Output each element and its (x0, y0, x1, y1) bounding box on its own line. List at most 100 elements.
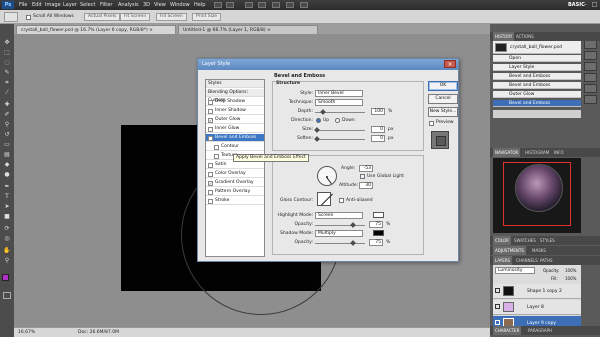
style-item[interactable]: Color Overlay (206, 170, 264, 178)
quick-mask-icon[interactable] (3, 292, 11, 299)
move-tool-icon[interactable]: ✥ (2, 38, 12, 47)
tab-paths[interactable]: PATHS (538, 256, 555, 265)
style-item-checkbox[interactable] (214, 144, 219, 150)
panel-icon-1[interactable] (584, 40, 597, 49)
eye-icon[interactable] (495, 288, 500, 293)
panel-icon-5[interactable] (584, 84, 597, 93)
history-item[interactable]: Bevel and Emboss (493, 73, 581, 80)
tab-styles[interactable]: STYLES (538, 236, 557, 245)
dodge-tool-icon[interactable]: ● (2, 170, 12, 179)
layer-row-layer-8[interactable]: Layer 8 (493, 300, 581, 315)
fill-screen-button[interactable]: Fill Screen (156, 13, 187, 21)
blend-mode-select[interactable]: Luminosity (495, 267, 535, 274)
navigator-view-box[interactable] (503, 162, 571, 226)
menu-analysis[interactable]: Analysis (118, 0, 139, 10)
style-item[interactable]: Styles (206, 80, 264, 88)
highlight-opacity-knob[interactable] (350, 222, 356, 228)
3d-camera-tool-icon[interactable]: ◎ (2, 234, 12, 243)
menu-select[interactable]: Select (80, 0, 95, 10)
tab-layers[interactable]: LAYERS (493, 256, 513, 265)
menu-file[interactable]: File (19, 0, 27, 10)
depth-slider-knob[interactable] (320, 109, 326, 115)
zoom-level-icon[interactable] (245, 2, 253, 8)
panel-icon-6[interactable] (584, 95, 597, 104)
style-item[interactable]: Stroke (206, 197, 264, 205)
tab-adjustments[interactable]: ADJUSTMENTS (493, 246, 526, 255)
scroll-all-checkbox[interactable] (26, 15, 31, 20)
depth-input[interactable]: 100 (371, 108, 385, 115)
style-item-checkbox[interactable] (208, 99, 213, 105)
soften-slider[interactable] (315, 139, 365, 140)
tab-character[interactable]: CHARACTER (493, 326, 522, 335)
blur-tool-icon[interactable]: ◆ (2, 160, 12, 169)
healing-brush-tool-icon[interactable]: ✚ (2, 100, 12, 109)
tab-crystall-ball-flower[interactable]: crystall_ball_flower.psd @ 16.7% (Layer … (16, 25, 176, 34)
preview-checkbox[interactable] (429, 121, 434, 126)
tab-history[interactable]: HISTORY (493, 32, 515, 41)
fill-value[interactable]: 100% (565, 276, 576, 281)
new-style-button[interactable]: New Style... (428, 107, 458, 117)
shape-tool-icon[interactable]: ■ (2, 212, 12, 221)
history-item[interactable]: Bevel and Emboss (493, 100, 581, 107)
menu-layer[interactable]: Layer (63, 0, 77, 10)
arrange-documents-icon[interactable] (286, 2, 294, 8)
panel-icon-2[interactable] (584, 51, 597, 60)
global-light-checkbox[interactable] (360, 174, 365, 179)
crop-tool-icon[interactable]: ⌗ (2, 78, 12, 87)
hand-tool-icon[interactable] (258, 2, 266, 8)
gradient-tool-icon[interactable]: ▤ (2, 150, 12, 159)
tab-actions[interactable]: ACTIONS (514, 32, 536, 41)
history-item[interactable]: Open (493, 55, 581, 62)
brush-tool-icon[interactable]: ✐ (2, 110, 12, 119)
style-item[interactable]: Drop Shadow (206, 98, 264, 106)
quick-selection-tool-icon[interactable]: ✎ (2, 68, 12, 77)
style-item-checkbox[interactable] (208, 198, 213, 204)
type-tool-icon[interactable]: T (2, 192, 12, 201)
tab-paragraph[interactable]: PARAGRAPH (526, 326, 554, 335)
tab-color[interactable]: COLOR (493, 236, 511, 245)
hand-tool-preset-icon[interactable] (4, 12, 18, 22)
layer-row-shape-1-copy-2[interactable]: Shape 1 copy 2 (493, 284, 581, 299)
eraser-tool-icon[interactable]: ▭ (2, 140, 12, 149)
tab-masks[interactable]: MASKS (530, 246, 548, 255)
document-size-readout[interactable]: Doc: 26.6M/87.0M (78, 328, 119, 337)
style-item-checkbox[interactable] (208, 108, 213, 114)
hand-tool-icon[interactable]: ✋ (2, 246, 12, 255)
path-selection-tool-icon[interactable]: ➤ (2, 202, 12, 211)
menu-3d[interactable]: 3D (143, 0, 150, 10)
size-slider[interactable] (315, 130, 365, 131)
technique-select[interactable]: Smooth (315, 99, 363, 106)
angle-input[interactable]: -53 (359, 165, 373, 172)
tab-channels[interactable]: CHANNELS (514, 256, 540, 265)
actual-pixels-button[interactable]: Actual Pixels (84, 13, 121, 21)
angle-dial[interactable] (317, 166, 337, 186)
style-item-checkbox[interactable]: ✓ (208, 180, 213, 186)
history-snapshot[interactable]: crystall_ball_flower.psd (493, 41, 581, 54)
style-item[interactable]: Inner Glow (206, 125, 264, 133)
highlight-mode-select[interactable]: Screen (315, 212, 363, 219)
shadow-mode-select[interactable]: Multiply (315, 230, 363, 237)
style-item-checkbox[interactable]: ✓ (208, 135, 213, 141)
style-item[interactable]: ✓ Outer Glow (206, 116, 264, 124)
tab-histogram[interactable]: HISTOGRAM (523, 148, 551, 157)
style-item-checkbox[interactable] (214, 153, 219, 159)
panel-icon-4[interactable] (584, 73, 597, 82)
dialog-title-bar[interactable]: Layer Style (198, 59, 458, 70)
style-item-checkbox[interactable] (208, 162, 213, 168)
size-input[interactable]: 0 (371, 126, 385, 133)
soften-input[interactable]: 0 (371, 135, 385, 142)
menu-help[interactable]: Help (194, 0, 205, 10)
gloss-contour-picker[interactable] (317, 192, 334, 206)
style-item-checkbox[interactable] (208, 171, 213, 177)
menu-filter[interactable]: Filter (100, 0, 112, 10)
style-item[interactable]: Blending Options: Custom (206, 89, 264, 103)
altitude-input[interactable]: 30 (359, 182, 373, 189)
highlight-color-swatch[interactable] (373, 212, 384, 218)
shadow-opacity-input[interactable]: 75 (369, 239, 383, 246)
marquee-tool-icon[interactable]: ⬚ (2, 48, 12, 57)
clone-stamp-tool-icon[interactable]: ⚲ (2, 120, 12, 129)
style-item-checkbox[interactable]: ✓ (208, 117, 213, 123)
maximize-button[interactable]: □ (591, 1, 598, 8)
foreground-color-swatch[interactable] (2, 274, 9, 281)
pen-tool-icon[interactable]: ✒ (2, 182, 12, 191)
